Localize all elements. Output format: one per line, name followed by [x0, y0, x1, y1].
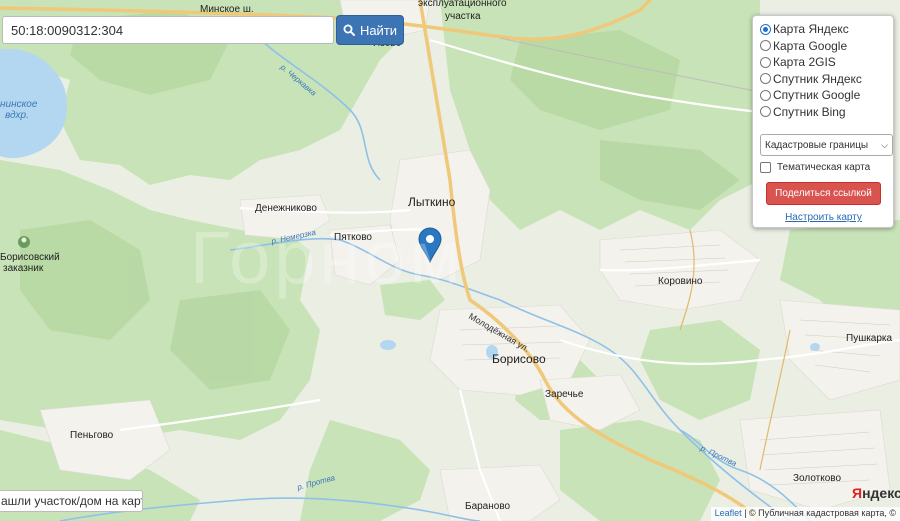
search-input[interactable]	[2, 16, 334, 44]
label-minskoe: Минское ш.	[200, 4, 254, 15]
attribution-source: © Публичная кадастровая карта, ©	[749, 508, 896, 518]
layer-option-yandex-map[interactable]: Карта Яндекс	[760, 21, 887, 38]
label-exploitation: эксплуатационного	[418, 0, 507, 9]
attribution-separator: |	[741, 508, 750, 518]
label-penkovo: Пеньгово	[70, 430, 114, 441]
radio[interactable]	[760, 56, 771, 68]
leaflet-link[interactable]: Leaflet	[715, 508, 742, 518]
layers-panel: Карта Яндекс Карта Google Карта 2GIS Спу…	[752, 15, 894, 228]
label-pushkarka: Пушкарка	[846, 333, 893, 344]
layer-label: Карта Яндекс	[773, 22, 849, 37]
label-denezhnikovo: Денежниково	[255, 203, 317, 214]
layer-option-google-map[interactable]: Карта Google	[760, 38, 887, 55]
search-button-label: Найти	[359, 22, 398, 38]
thematic-map-toggle[interactable]: Тематическая карта	[760, 162, 887, 173]
layer-label: Карта Google	[773, 38, 848, 53]
yandex-logo-first: Я	[852, 485, 863, 501]
found-plot-prompt[interactable]: ашли участок/дом на карте?	[0, 490, 143, 512]
label-lytkino: Лыткино	[408, 195, 456, 209]
label-korovino: Коровино	[658, 276, 703, 287]
label-reserve-2: заказник	[3, 263, 44, 274]
layer-option-bing-satellite[interactable]: Спутник Bing	[760, 104, 887, 121]
chevron-down-icon: ⌵	[881, 139, 888, 150]
label-zarechye: Заречье	[545, 389, 584, 400]
watermark: Горном	[190, 216, 465, 299]
thematic-label: Тематическая карта	[777, 162, 871, 173]
yandex-logo: Яндекс	[852, 485, 900, 501]
overlay-select-value: Кадастровые границы	[765, 139, 869, 151]
search-icon	[343, 24, 355, 36]
label-baranovo: Бараново	[465, 501, 511, 512]
layer-option-2gis-map[interactable]: Карта 2GIS	[760, 54, 887, 71]
radio[interactable]	[760, 73, 771, 85]
label-borisovo: Борисово	[492, 352, 546, 366]
configure-map-link[interactable]: Настроить карту	[760, 212, 887, 223]
search-button[interactable]: Найти	[336, 15, 404, 45]
layer-label: Спутник Яндекс	[773, 71, 862, 86]
share-link-button[interactable]: Поделиться ссылкой	[766, 182, 881, 205]
radio-selected[interactable]	[760, 23, 771, 35]
radio[interactable]	[760, 89, 771, 101]
radio[interactable]	[760, 40, 771, 52]
yandex-logo-rest: ндекс	[862, 485, 900, 501]
label-zolotkovo: Золотково	[793, 473, 842, 484]
label-reserve-1: Борисовский	[0, 252, 60, 263]
radio[interactable]	[760, 106, 771, 118]
label-reservoir-2: вдхр.	[5, 110, 29, 121]
layer-label: Карта 2GIS	[773, 55, 836, 70]
label-uchastka: участка	[445, 11, 481, 22]
layer-label: Спутник Bing	[773, 104, 846, 119]
layer-option-yandex-satellite[interactable]: Спутник Яндекс	[760, 71, 887, 88]
layer-label: Спутник Google	[773, 88, 861, 103]
attribution: Leaflet | © Публичная кадастровая карта,…	[710, 507, 900, 521]
layer-option-google-satellite[interactable]: Спутник Google	[760, 87, 887, 104]
park-icon	[18, 236, 30, 248]
overlay-select[interactable]: Кадастровые границы ⌵	[760, 134, 893, 156]
label-reservoir-1: нинское	[0, 99, 38, 110]
thematic-checkbox[interactable]	[760, 162, 771, 173]
